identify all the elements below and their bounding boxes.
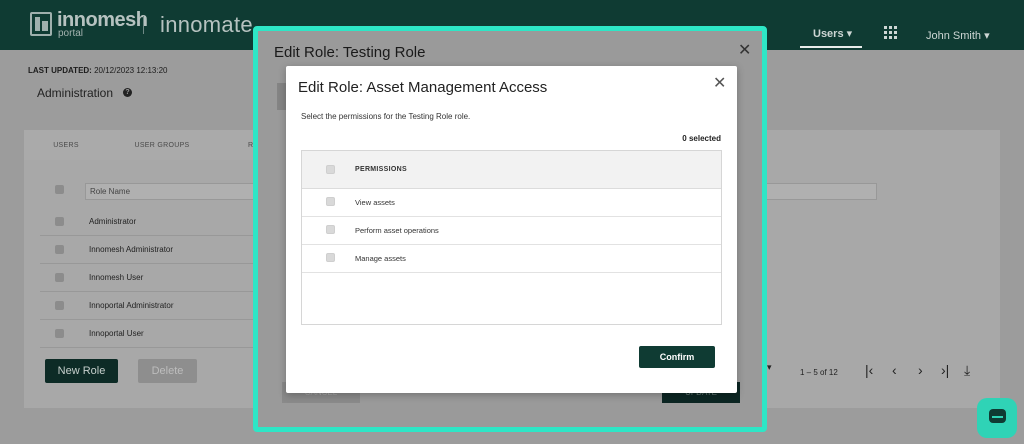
permissions-table-header: PERMISSIONS bbox=[302, 151, 721, 189]
role-name-filter[interactable]: Role Name bbox=[85, 183, 255, 200]
permissions-modal: Edit Role: Asset Management Access ✕ Sel… bbox=[286, 66, 737, 393]
tab-roles[interactable]: R bbox=[216, 130, 256, 160]
brand-name: innomesh bbox=[57, 9, 148, 31]
row-checkbox[interactable] bbox=[55, 273, 64, 282]
help-icon[interactable]: ? bbox=[123, 88, 132, 97]
innomesh-logo-icon bbox=[30, 12, 52, 36]
permission-label: Manage assets bbox=[355, 254, 406, 263]
page-size-dropdown-icon[interactable]: ▾ bbox=[767, 362, 772, 373]
table-row[interactable]: Innoportal User bbox=[40, 320, 256, 348]
role-name: Innoportal User bbox=[89, 329, 144, 338]
permission-checkbox[interactable] bbox=[326, 197, 335, 206]
row-checkbox[interactable] bbox=[55, 245, 64, 254]
last-updated: LAST UPDATED: 20/12/2023 12:13:20 bbox=[28, 66, 168, 75]
user-menu[interactable]: John Smith ▾ bbox=[926, 29, 990, 42]
confirm-button[interactable]: Confirm bbox=[639, 346, 715, 368]
brand-divider bbox=[143, 16, 144, 34]
role-name: Innoportal Administrator bbox=[89, 301, 174, 310]
table-row[interactable]: Innomesh Administrator bbox=[40, 236, 256, 264]
pagination-range: 1 – 5 of 12 bbox=[800, 368, 838, 377]
tab-user-groups[interactable]: USER GROUPS bbox=[108, 130, 216, 160]
pagination: ▾ 1 – 5 of 12 |‹ ‹ › ›| ⤓ bbox=[765, 362, 985, 382]
select-all-checkbox[interactable] bbox=[55, 185, 64, 194]
permission-checkbox[interactable] bbox=[326, 225, 335, 234]
permission-label: View assets bbox=[355, 198, 395, 207]
first-page-icon[interactable]: |‹ bbox=[865, 362, 873, 378]
role-name: Innomesh Administrator bbox=[89, 245, 174, 254]
last-updated-label: LAST UPDATED: bbox=[28, 66, 92, 75]
page-title: Administration bbox=[37, 86, 114, 100]
tab-users[interactable]: USERS bbox=[24, 130, 108, 160]
apps-grid-icon[interactable] bbox=[884, 26, 897, 39]
table-row[interactable]: Innoportal Administrator bbox=[40, 292, 256, 320]
chat-bubble-icon bbox=[989, 409, 1006, 423]
permission-row[interactable]: Manage assets bbox=[302, 245, 721, 273]
permissions-table: PERMISSIONS View assets Perform asset op… bbox=[301, 150, 722, 325]
nav-item-users[interactable]: Users ▾ bbox=[813, 27, 852, 40]
next-page-icon[interactable]: › bbox=[918, 362, 923, 378]
edit-role-close-icon[interactable]: ✕ bbox=[738, 40, 751, 60]
table-row[interactable]: Innomesh User bbox=[40, 264, 256, 292]
row-checkbox[interactable] bbox=[55, 217, 64, 226]
secondary-brand-name: innomate bbox=[160, 12, 253, 37]
close-icon[interactable]: ✕ bbox=[713, 73, 726, 93]
edit-role-dialog-title: Edit Role: Testing Role bbox=[274, 44, 426, 61]
permission-checkbox[interactable] bbox=[326, 253, 335, 262]
table-row[interactable]: Administrator bbox=[40, 208, 256, 236]
role-name: Innomesh User bbox=[89, 273, 144, 282]
select-all-permissions-checkbox[interactable] bbox=[326, 165, 335, 174]
nav-active-indicator bbox=[800, 46, 862, 48]
row-checkbox[interactable] bbox=[55, 301, 64, 310]
role-name: Administrator bbox=[89, 217, 137, 226]
previous-page-icon[interactable]: ‹ bbox=[892, 362, 897, 378]
last-page-icon[interactable]: ›| bbox=[941, 362, 949, 378]
brand-subtitle: portal bbox=[58, 28, 84, 39]
modal-description: Select the permissions for the Testing R… bbox=[301, 112, 471, 121]
delete-button[interactable]: Delete bbox=[138, 359, 197, 383]
permission-row[interactable]: Perform asset operations bbox=[302, 217, 721, 245]
last-updated-value: 20/12/2023 12:13:20 bbox=[94, 66, 168, 75]
permissions-column-header: PERMISSIONS bbox=[355, 166, 407, 173]
new-role-button[interactable]: New Role bbox=[45, 359, 118, 383]
download-icon[interactable]: ⤓ bbox=[964, 362, 970, 379]
row-checkbox[interactable] bbox=[55, 329, 64, 338]
permission-label: Perform asset operations bbox=[355, 226, 439, 235]
selected-count: 0 selected bbox=[682, 134, 721, 143]
permission-row[interactable]: View assets bbox=[302, 189, 721, 217]
modal-title: Edit Role: Asset Management Access bbox=[298, 79, 548, 96]
